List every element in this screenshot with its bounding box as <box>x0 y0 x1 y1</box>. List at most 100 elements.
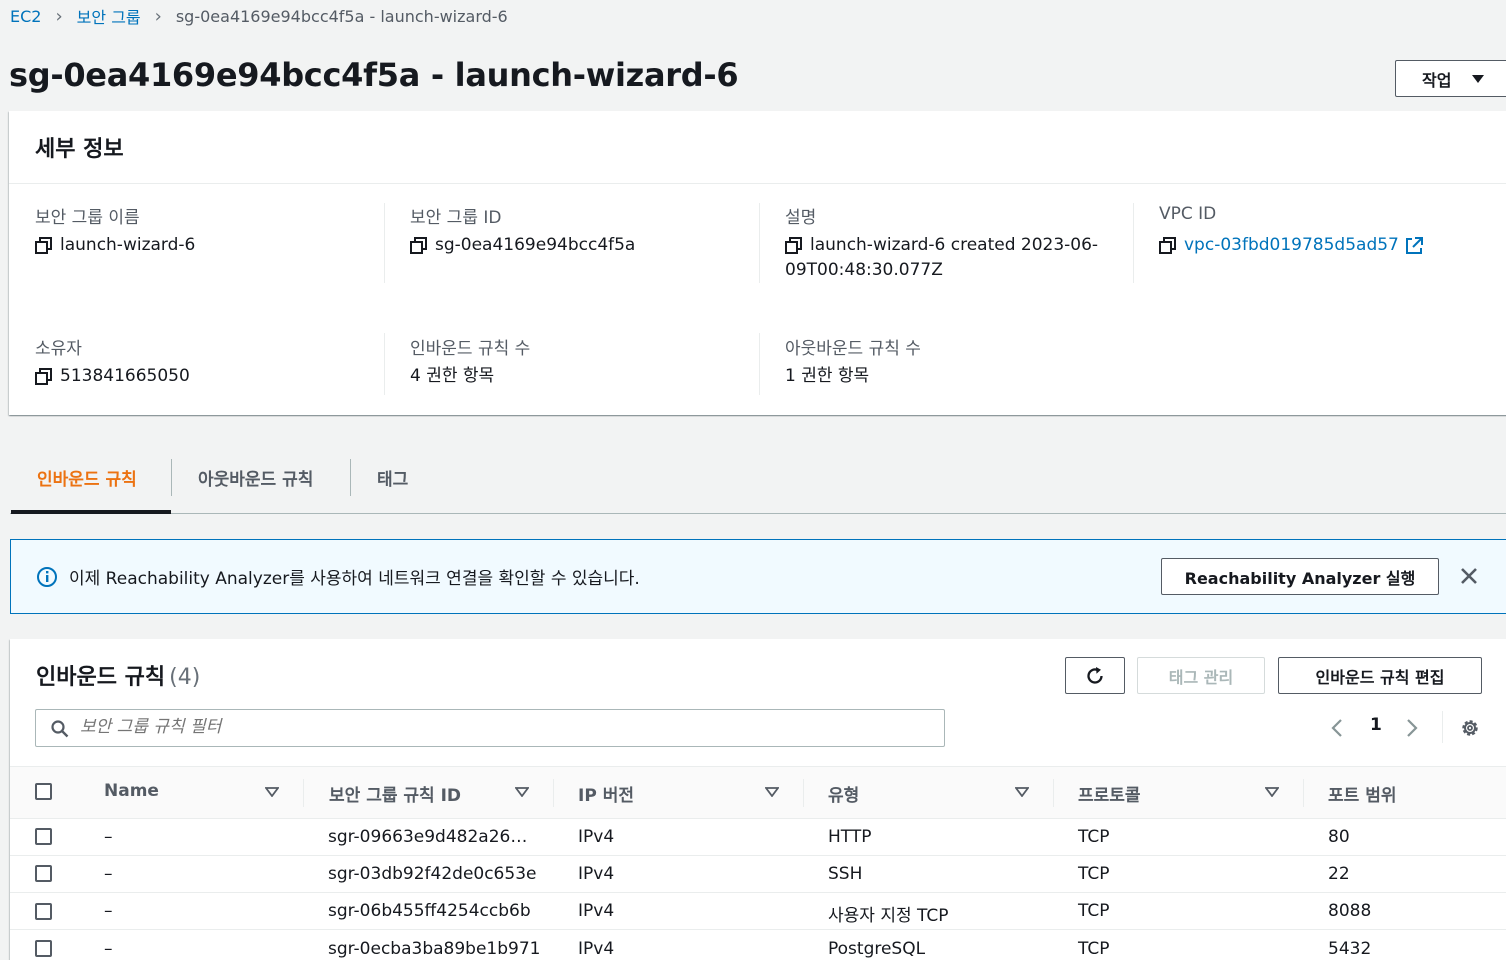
cell-protocol: TCP <box>1078 901 1110 921</box>
chevron-right-icon: › <box>55 5 63 27</box>
description-label: 설명 <box>785 208 817 228</box>
row-checkbox[interactable] <box>35 903 52 920</box>
external-link-icon[interactable] <box>1405 237 1423 255</box>
row-checkbox[interactable] <box>35 940 52 957</box>
details-title: 세부 정보 <box>35 137 124 162</box>
table-header: Name 보안 그룹 규칙 ID IP 버전 유형 프로토콜 포트 범위 <box>10 766 1506 819</box>
cell-ip-version: IPv4 <box>578 939 615 959</box>
tab-tags[interactable]: 태그 <box>377 458 408 496</box>
column-header-ip-version[interactable]: IP 버전 <box>578 781 634 806</box>
tab-outbound-rules[interactable]: 아웃바운드 규칙 <box>198 458 313 496</box>
cell-type: 사용자 지정 TCP <box>828 906 949 926</box>
column-divider <box>1053 779 1054 807</box>
cell-rule-id: sgr-09663e9d482a26… <box>328 827 528 847</box>
alert-message: 이제 Reachability Analyzer를 사용하여 네트워크 연결을 … <box>69 569 640 589</box>
chevron-right-icon: › <box>154 5 162 27</box>
vpc-id-label: VPC ID <box>1159 204 1217 224</box>
cell-rule-id: sgr-0ecba3ba89be1b971 <box>328 939 541 959</box>
column-divider <box>384 203 385 283</box>
page-number[interactable]: 1 <box>1370 715 1382 735</box>
column-header-port-range[interactable]: 포트 범위 <box>1328 781 1396 806</box>
chevron-right-icon[interactable] <box>1405 718 1419 738</box>
sg-name-value: launch-wizard-6 <box>35 233 195 258</box>
owner-value: 513841665050 <box>35 364 190 389</box>
cell-ip-version: IPv4 <box>578 864 615 884</box>
table-row[interactable]: – sgr-03db92f42de0c653e IPv4 SSH TCP 22 <box>10 856 1506 893</box>
cell-rule-id: sgr-06b455ff4254ccb6b <box>328 901 531 921</box>
sg-id-label: 보안 그룹 ID <box>410 208 502 228</box>
description-value: launch-wizard-6 created 2023-06- 09T00:4… <box>785 235 1099 280</box>
sort-caret-icon[interactable] <box>515 787 529 797</box>
sort-caret-icon[interactable] <box>1265 787 1279 797</box>
cell-type: HTTP <box>828 827 872 847</box>
refresh-icon <box>1087 666 1103 684</box>
cell-type: PostgreSQL <box>828 939 926 959</box>
sort-caret-icon[interactable] <box>765 787 779 797</box>
tab-divider <box>171 459 172 496</box>
close-icon[interactable] <box>1460 567 1478 585</box>
tabs-baseline <box>10 513 1506 514</box>
column-divider <box>803 779 804 807</box>
copy-icon[interactable] <box>785 237 802 254</box>
reachability-info-alert: 이제 Reachability Analyzer를 사용하여 네트워크 연결을 … <box>10 539 1506 614</box>
rules-title: 인바운드 규칙 (4) <box>36 665 201 690</box>
column-divider <box>1303 779 1304 807</box>
info-icon <box>37 567 57 587</box>
breadcrumb-ec2-link[interactable]: EC2 <box>10 7 41 26</box>
actions-dropdown-button[interactable]: 작업 <box>1395 60 1506 97</box>
row-checkbox[interactable] <box>35 865 52 882</box>
column-header-type[interactable]: 유형 <box>828 781 859 806</box>
settings-gear-icon[interactable] <box>1459 717 1481 739</box>
cell-protocol: TCP <box>1078 864 1110 884</box>
owner-label: 소유자 <box>35 339 82 359</box>
column-header-rule-id[interactable]: 보안 그룹 규칙 ID <box>329 781 461 806</box>
cell-port: 8088 <box>1328 901 1372 921</box>
sg-id-value: sg-0ea4169e94bcc4f5a <box>410 233 635 258</box>
tab-divider <box>350 459 351 496</box>
cell-name: – <box>104 939 113 959</box>
chevron-left-icon[interactable] <box>1330 718 1344 738</box>
copy-icon[interactable] <box>1159 237 1176 254</box>
table-row[interactable]: – sgr-09663e9d482a26… IPv4 HTTP TCP 80 <box>10 819 1506 856</box>
run-reachability-analyzer-button[interactable]: Reachability Analyzer 실행 <box>1161 558 1439 595</box>
column-divider <box>303 779 304 807</box>
vpc-id-value: vpc-03fbd019785d5ad57 <box>1159 233 1423 258</box>
refresh-button[interactable] <box>1065 657 1125 694</box>
copy-icon[interactable] <box>35 237 52 254</box>
copy-icon[interactable] <box>410 237 427 254</box>
cell-port: 22 <box>1328 864 1350 884</box>
inbound-rules-container: 인바운드 규칙(4) 태그 관리 인바운드 규칙 편집 1 Name 보안 그룹… <box>10 639 1506 960</box>
table-row[interactable]: – sgr-06b455ff4254ccb6b IPv4 사용자 지정 TCP … <box>10 893 1506 930</box>
cell-ip-version: IPv4 <box>578 901 615 921</box>
row-checkbox[interactable] <box>35 828 52 845</box>
tab-inbound-rules[interactable]: 인바운드 규칙 <box>37 458 137 496</box>
select-all-checkbox[interactable] <box>35 783 52 800</box>
breadcrumb-current: sg-0ea4169e94bcc4f5a - launch-wizard-6 <box>175 6 508 26</box>
sort-caret-icon[interactable] <box>1015 787 1029 797</box>
cell-port: 80 <box>1328 827 1350 847</box>
column-header-name[interactable]: Name <box>104 781 159 801</box>
manage-tags-button[interactable]: 태그 관리 <box>1137 657 1265 694</box>
breadcrumb-security-groups-link[interactable]: 보안 그룹 <box>77 4 141 28</box>
table-row[interactable]: – sgr-0ecba3ba89be1b971 IPv4 PostgreSQL … <box>10 931 1506 960</box>
outbound-count-value: 1 권한 항목 <box>785 366 870 386</box>
rules-count: (4) <box>169 665 201 690</box>
sort-caret-icon[interactable] <box>265 787 279 797</box>
column-divider <box>759 333 760 395</box>
cell-port: 5432 <box>1328 939 1372 959</box>
details-panel: 세부 정보 보안 그룹 이름 launch-wizard-6 보안 그룹 ID … <box>9 111 1506 415</box>
breadcrumb: EC2 › 보안 그룹 › sg-0ea4169e94bcc4f5a - lau… <box>10 4 508 28</box>
search-input[interactable] <box>80 717 900 737</box>
column-divider <box>553 779 554 807</box>
copy-icon[interactable] <box>35 368 52 385</box>
cell-rule-id: sgr-03db92f42de0c653e <box>328 864 537 884</box>
column-header-protocol[interactable]: 프로토콜 <box>1078 781 1141 806</box>
sg-name-label: 보안 그룹 이름 <box>35 208 140 228</box>
edit-inbound-rules-button[interactable]: 인바운드 규칙 편집 <box>1278 657 1482 694</box>
caret-down-icon <box>1472 74 1485 83</box>
vpc-id-link[interactable]: vpc-03fbd019785d5ad57 <box>1184 233 1399 258</box>
details-header: 세부 정보 <box>9 111 1506 184</box>
inbound-count-value: 4 권한 항목 <box>410 366 495 386</box>
rules-filter[interactable] <box>35 709 945 747</box>
column-divider <box>384 333 385 395</box>
